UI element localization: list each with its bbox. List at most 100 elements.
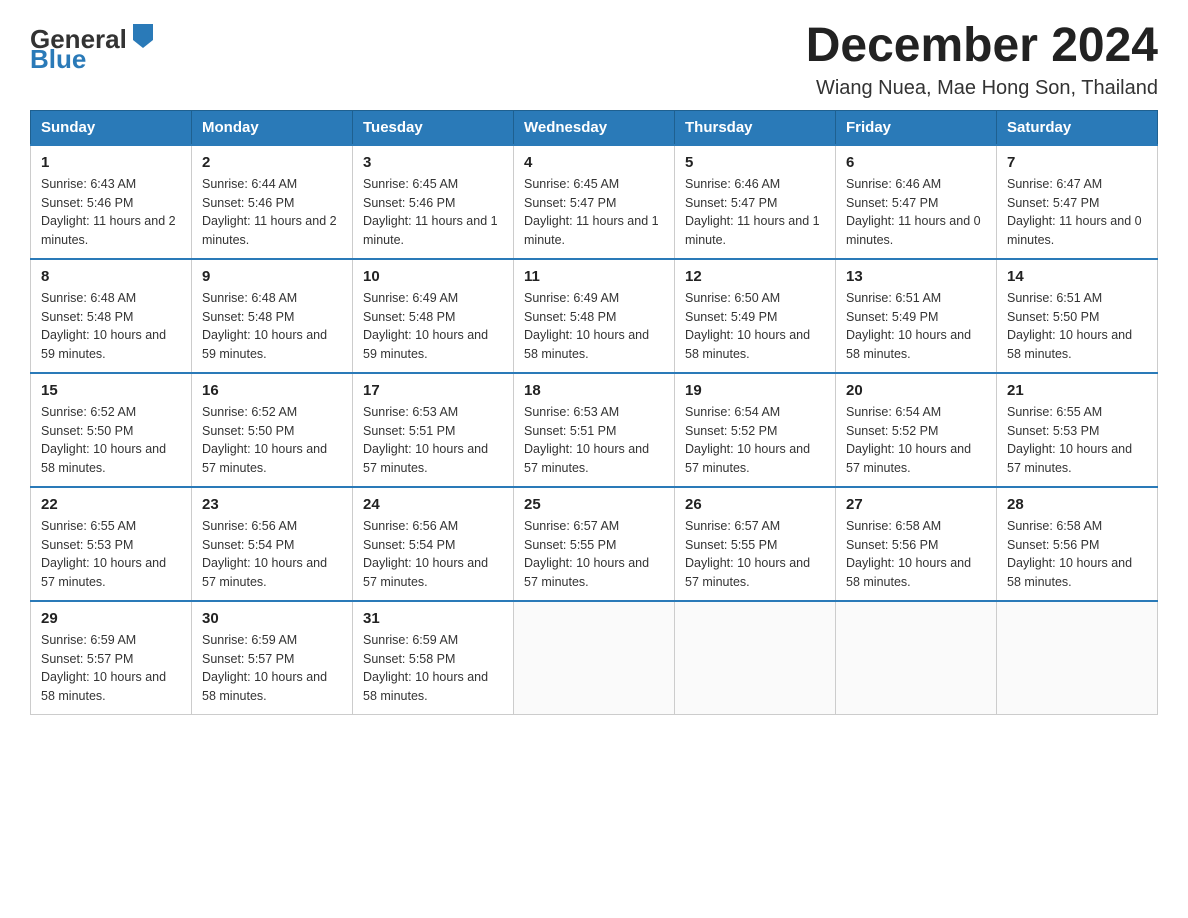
day-number: 5	[685, 154, 825, 171]
column-header-tuesday: Tuesday	[353, 110, 514, 145]
day-info: Sunrise: 6:45 AMSunset: 5:47 PMDaylight:…	[524, 175, 664, 250]
calendar-subtitle: Wiang Nuea, Mae Hong Son, Thailand	[806, 77, 1158, 100]
day-number: 26	[685, 496, 825, 513]
calendar-week-row: 29Sunrise: 6:59 AMSunset: 5:57 PMDayligh…	[31, 601, 1158, 715]
day-info: Sunrise: 6:58 AMSunset: 5:56 PMDaylight:…	[1007, 517, 1147, 592]
day-info: Sunrise: 6:49 AMSunset: 5:48 PMDaylight:…	[524, 289, 664, 364]
calendar-cell: 10Sunrise: 6:49 AMSunset: 5:48 PMDayligh…	[353, 259, 514, 373]
calendar-table: SundayMondayTuesdayWednesdayThursdayFrid…	[30, 110, 1158, 715]
calendar-cell: 26 Sunrise: 6:57 AMSunset: 5:55 PMDayligh…	[675, 487, 836, 601]
day-info: Sunrise: 6:52 AMSunset: 5:50 PMDaylight:…	[202, 403, 342, 478]
calendar-week-row: 1 Sunrise: 6:43 AMSunset: 5:46 PMDaylight…	[31, 145, 1158, 259]
calendar-cell: 5 Sunrise: 6:46 AMSunset: 5:47 PMDaylight…	[675, 145, 836, 259]
day-number: 13	[846, 268, 986, 285]
day-info: Sunrise: 6:45 AMSunset: 5:46 PMDaylight:…	[363, 175, 503, 250]
calendar-cell: 4 Sunrise: 6:45 AMSunset: 5:47 PMDaylight…	[514, 145, 675, 259]
calendar-cell: 23 Sunrise: 6:56 AMSunset: 5:54 PMDayligh…	[192, 487, 353, 601]
day-info: Sunrise: 6:46 AMSunset: 5:47 PMDaylight:…	[846, 175, 986, 250]
day-number: 20	[846, 382, 986, 399]
calendar-title-block: December 2024 Wiang Nuea, Mae Hong Son, …	[806, 20, 1158, 100]
calendar-week-row: 8 Sunrise: 6:48 AMSunset: 5:48 PMDaylight…	[31, 259, 1158, 373]
calendar-cell: 21 Sunrise: 6:55 AMSunset: 5:53 PMDayligh…	[997, 373, 1158, 487]
calendar-cell: 30 Sunrise: 6:59 AMSunset: 5:57 PMDayligh…	[192, 601, 353, 715]
day-info: Sunrise: 6:48 AMSunset: 5:48 PMDaylight:…	[202, 289, 342, 364]
day-number: 10	[363, 268, 503, 285]
day-number: 23	[202, 496, 342, 513]
calendar-cell: 11 Sunrise: 6:49 AMSunset: 5:48 PMDayligh…	[514, 259, 675, 373]
calendar-cell: 16 Sunrise: 6:52 AMSunset: 5:50 PMDayligh…	[192, 373, 353, 487]
day-info: Sunrise: 6:56 AMSunset: 5:54 PMDaylight:…	[363, 517, 503, 592]
day-number: 7	[1007, 154, 1147, 171]
day-info: Sunrise: 6:54 AMSunset: 5:52 PMDaylight:…	[685, 403, 825, 478]
day-info: Sunrise: 6:56 AMSunset: 5:54 PMDaylight:…	[202, 517, 342, 592]
calendar-cell: 22 Sunrise: 6:55 AMSunset: 5:53 PMDayligh…	[31, 487, 192, 601]
day-info: Sunrise: 6:59 AMSunset: 5:58 PMDaylight:…	[363, 631, 503, 706]
day-number: 12	[685, 268, 825, 285]
day-info: Sunrise: 6:51 AMSunset: 5:50 PMDaylight:…	[1007, 289, 1147, 364]
day-number: 1	[41, 154, 181, 171]
column-header-wednesday: Wednesday	[514, 110, 675, 145]
calendar-cell: 9 Sunrise: 6:48 AMSunset: 5:48 PMDaylight…	[192, 259, 353, 373]
day-info: Sunrise: 6:48 AMSunset: 5:48 PMDaylight:…	[41, 289, 181, 364]
column-header-friday: Friday	[836, 110, 997, 145]
day-number: 30	[202, 610, 342, 627]
calendar-cell: 18 Sunrise: 6:53 AMSunset: 5:51 PMDayligh…	[514, 373, 675, 487]
calendar-cell: 6 Sunrise: 6:46 AMSunset: 5:47 PMDaylight…	[836, 145, 997, 259]
day-info: Sunrise: 6:44 AMSunset: 5:46 PMDaylight:…	[202, 175, 342, 250]
calendar-cell: 17Sunrise: 6:53 AMSunset: 5:51 PMDayligh…	[353, 373, 514, 487]
calendar-cell: 12 Sunrise: 6:50 AMSunset: 5:49 PMDayligh…	[675, 259, 836, 373]
day-info: Sunrise: 6:46 AMSunset: 5:47 PMDaylight:…	[685, 175, 825, 250]
day-number: 14	[1007, 268, 1147, 285]
day-info: Sunrise: 6:54 AMSunset: 5:52 PMDaylight:…	[846, 403, 986, 478]
day-number: 27	[846, 496, 986, 513]
calendar-cell: 27 Sunrise: 6:58 AMSunset: 5:56 PMDayligh…	[836, 487, 997, 601]
calendar-cell: 2 Sunrise: 6:44 AMSunset: 5:46 PMDaylight…	[192, 145, 353, 259]
column-header-saturday: Saturday	[997, 110, 1158, 145]
day-number: 16	[202, 382, 342, 399]
day-number: 8	[41, 268, 181, 285]
calendar-cell	[836, 601, 997, 715]
day-number: 28	[1007, 496, 1147, 513]
column-header-sunday: Sunday	[31, 110, 192, 145]
day-info: Sunrise: 6:59 AMSunset: 5:57 PMDaylight:…	[202, 631, 342, 706]
day-number: 22	[41, 496, 181, 513]
calendar-cell: 24 Sunrise: 6:56 AMSunset: 5:54 PMDayligh…	[353, 487, 514, 601]
day-number: 18	[524, 382, 664, 399]
calendar-header-row: SundayMondayTuesdayWednesdayThursdayFrid…	[31, 110, 1158, 145]
day-number: 31	[363, 610, 503, 627]
day-info: Sunrise: 6:58 AMSunset: 5:56 PMDaylight:…	[846, 517, 986, 592]
calendar-cell	[514, 601, 675, 715]
calendar-cell: 25Sunrise: 6:57 AMSunset: 5:55 PMDayligh…	[514, 487, 675, 601]
day-number: 19	[685, 382, 825, 399]
day-info: Sunrise: 6:57 AMSunset: 5:55 PMDaylight:…	[524, 517, 664, 592]
day-number: 17	[363, 382, 503, 399]
calendar-cell: 14 Sunrise: 6:51 AMSunset: 5:50 PMDayligh…	[997, 259, 1158, 373]
day-number: 9	[202, 268, 342, 285]
logo: General Blue General Blue	[30, 20, 157, 72]
calendar-cell: 3 Sunrise: 6:45 AMSunset: 5:46 PMDaylight…	[353, 145, 514, 259]
day-number: 6	[846, 154, 986, 171]
day-info: Sunrise: 6:43 AMSunset: 5:46 PMDaylight:…	[41, 175, 181, 250]
day-info: Sunrise: 6:59 AMSunset: 5:57 PMDaylight:…	[41, 631, 181, 706]
calendar-cell: 1 Sunrise: 6:43 AMSunset: 5:46 PMDaylight…	[31, 145, 192, 259]
day-number: 11	[524, 268, 664, 285]
day-info: Sunrise: 6:55 AMSunset: 5:53 PMDaylight:…	[41, 517, 181, 592]
day-info: Sunrise: 6:51 AMSunset: 5:49 PMDaylight:…	[846, 289, 986, 364]
calendar-cell: 13 Sunrise: 6:51 AMSunset: 5:49 PMDayligh…	[836, 259, 997, 373]
day-number: 4	[524, 154, 664, 171]
day-info: Sunrise: 6:57 AMSunset: 5:55 PMDaylight:…	[685, 517, 825, 592]
calendar-title: December 2024	[806, 20, 1158, 73]
calendar-cell: 31 Sunrise: 6:59 AMSunset: 5:58 PMDayligh…	[353, 601, 514, 715]
calendar-cell: 28 Sunrise: 6:58 AMSunset: 5:56 PMDayligh…	[997, 487, 1158, 601]
column-header-thursday: Thursday	[675, 110, 836, 145]
day-info: Sunrise: 6:53 AMSunset: 5:51 PMDaylight:…	[524, 403, 664, 478]
logo-arrow-icon	[129, 20, 157, 48]
day-info: Sunrise: 6:55 AMSunset: 5:53 PMDaylight:…	[1007, 403, 1147, 478]
day-info: Sunrise: 6:50 AMSunset: 5:49 PMDaylight:…	[685, 289, 825, 364]
day-number: 2	[202, 154, 342, 171]
day-number: 15	[41, 382, 181, 399]
day-number: 3	[363, 154, 503, 171]
day-number: 24	[363, 496, 503, 513]
calendar-cell	[675, 601, 836, 715]
day-number: 21	[1007, 382, 1147, 399]
